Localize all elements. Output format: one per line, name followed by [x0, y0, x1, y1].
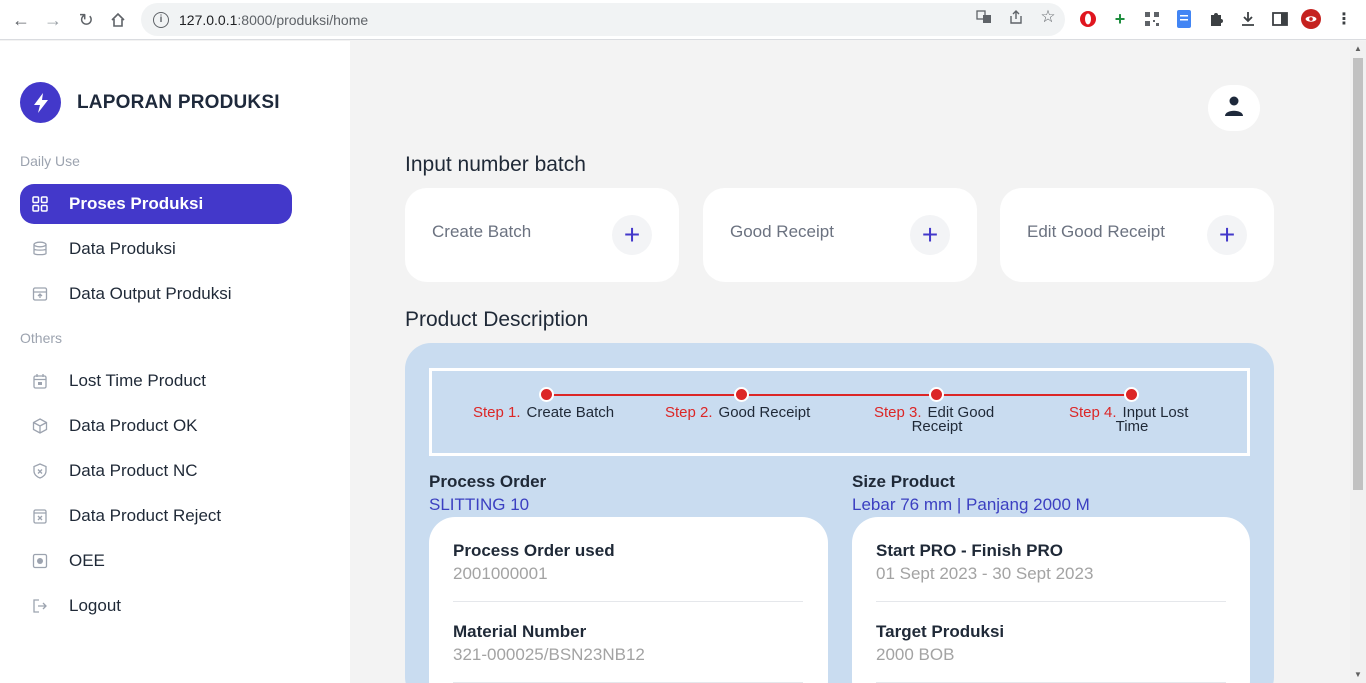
good-receipt-card[interactable]: Good Receipt + [703, 188, 977, 282]
sidebar-item-data-output-produksi[interactable]: Data Output Produksi [20, 274, 292, 314]
plus-icon[interactable]: + [910, 215, 950, 255]
good-receipt-label: Good Receipt [730, 222, 834, 241]
reject-icon [32, 508, 48, 524]
step-1-dot [539, 387, 554, 402]
sidebar-item-label: Data Product Reject [69, 506, 222, 525]
translate-icon[interactable] [975, 8, 993, 26]
url-text: 127.0.0.1:8000/produksi/home [179, 12, 368, 28]
opera-icon[interactable] [1078, 9, 1098, 29]
size-product-title: Size Product [852, 472, 955, 491]
process-order-used-value: 2001000001 [453, 564, 548, 583]
user-icon [1225, 96, 1243, 121]
step-3-dot [929, 387, 944, 402]
step-4-label-line2: Time [1115, 418, 1149, 435]
section-label-daily-use: Daily Use [20, 153, 80, 169]
step-1-label: Step 1. Create Batch [473, 404, 623, 421]
input-batch-title: Input number batch [405, 153, 586, 176]
sidebar-item-label: Proses Produksi [69, 194, 204, 213]
sidebar-item-data-product-ok[interactable]: Data Product OK [20, 406, 292, 446]
material-number-label: Material Number [453, 622, 587, 641]
sidebar-item-label: OEE [69, 551, 105, 570]
address-bar[interactable]: i 127.0.0.1:8000/produksi/home [141, 3, 1065, 36]
sidebar-item-label: Data Product OK [69, 416, 198, 435]
download-icon[interactable] [1238, 9, 1258, 29]
process-order-title: Process Order [429, 472, 547, 491]
reload-icon[interactable]: ↻ [73, 7, 99, 33]
calendar-icon [32, 373, 48, 389]
brand-title: LAPORAN PRODUKSI [77, 92, 280, 113]
sidebar-item-proses-produksi[interactable]: Proses Produksi [20, 184, 292, 224]
bookmark-star-icon[interactable]: ☆ [1039, 7, 1057, 26]
edit-good-receipt-label: Edit Good Receipt [1027, 222, 1165, 241]
grid-icon [32, 196, 48, 212]
divider [876, 601, 1226, 602]
bolt-logo-icon [20, 82, 61, 123]
edit-good-receipt-card[interactable]: Edit Good Receipt + [1000, 188, 1274, 282]
browser-toolbar: ← → ↻ i 127.0.0.1:8000/produksi/home ☆ +… [0, 0, 1366, 40]
start-finish-pro-value: 01 Sept 2023 - 30 Sept 2023 [876, 564, 1094, 583]
sidebar-item-label: Data Product NC [69, 461, 198, 480]
url-path: :8000/produksi/home [237, 11, 369, 28]
box-icon [32, 418, 48, 434]
sidebar-item-data-product-reject[interactable]: Data Product Reject [20, 496, 292, 536]
target-produksi-value: 2000 BOB [876, 645, 955, 664]
site-info-icon[interactable]: i [153, 11, 169, 28]
section-label-others: Others [20, 330, 63, 346]
plus-icon[interactable]: + [1207, 215, 1247, 255]
divider [453, 601, 803, 602]
shield-icon [32, 463, 48, 479]
archive-icon [32, 286, 48, 302]
process-order-value: SLITTING 10 [429, 495, 530, 514]
url-host: 127.0.0.1 [179, 11, 238, 28]
kebab-menu-icon[interactable]: ⋮ [1334, 9, 1354, 29]
docs-extension-icon[interactable] [1174, 9, 1194, 29]
sidebar-item-oee[interactable]: OEE [20, 541, 292, 581]
step-3-label-line2: Receipt [911, 418, 963, 435]
step-number: Step 1. [473, 404, 521, 421]
logout-icon [32, 598, 48, 614]
sidebar-item-lost-time-product[interactable]: Lost Time Product [20, 361, 292, 401]
sidebar-item-data-product-nc[interactable]: Data Product NC [20, 451, 292, 491]
process-order-used-label: Process Order used [453, 541, 615, 560]
product-description-title: Product Description [405, 308, 589, 331]
step-4-dot [1124, 387, 1139, 402]
sidebar-item-data-produksi[interactable]: Data Produksi [20, 229, 292, 269]
side-panel-icon[interactable] [1270, 9, 1290, 29]
step-name: Good Receipt [718, 404, 811, 421]
scrollbar-thumb[interactable] [1353, 58, 1363, 490]
step-number: Step 2. [665, 404, 713, 421]
user-menu-button[interactable] [1208, 85, 1260, 131]
share-icon[interactable] [1007, 8, 1025, 26]
sidebar-item-label: Data Produksi [69, 239, 176, 258]
step-2-label: Step 2. Good Receipt [665, 404, 825, 421]
sidebar-item-label: Logout [69, 596, 121, 615]
back-icon[interactable]: ← [8, 7, 34, 33]
start-finish-pro-label: Start PRO - Finish PRO [876, 541, 1064, 560]
step-name: Create Batch [526, 404, 615, 421]
add-extension-icon[interactable]: + [1110, 9, 1130, 29]
target-produksi-label: Target Produksi [876, 622, 1005, 641]
schedule-info-card: Start PRO - Finish PRO 01 Sept 2023 - 30… [852, 517, 1250, 683]
create-batch-label: Create Batch [432, 222, 532, 241]
sidebar-item-logout[interactable]: Logout [20, 586, 292, 626]
database-icon [32, 241, 48, 257]
forward-icon[interactable]: → [40, 7, 66, 33]
scroll-down-arrow-icon[interactable]: ▼ [1353, 670, 1363, 680]
size-product-value: Lebar 76 mm | Panjang 2000 M [852, 495, 1090, 514]
sidebar-item-label: Lost Time Product [69, 371, 207, 390]
qr-code-icon[interactable] [1142, 9, 1162, 29]
stepper-line [547, 394, 1132, 396]
profile-avatar-icon[interactable] [1301, 9, 1321, 29]
home-icon[interactable] [105, 7, 131, 33]
material-number-value: 321-000025/BSN23NB12 [453, 645, 645, 664]
process-info-card: Process Order used 2001000001 Material N… [429, 517, 828, 683]
scroll-up-arrow-icon[interactable]: ▲ [1353, 44, 1363, 54]
oee-icon [32, 553, 48, 569]
step-number: Step 4. [1069, 404, 1117, 421]
step-2-dot [734, 387, 749, 402]
puzzle-extensions-icon[interactable] [1206, 9, 1226, 29]
plus-icon[interactable]: + [612, 215, 652, 255]
sidebar-item-label: Data Output Produksi [69, 284, 232, 303]
create-batch-card[interactable]: Create Batch + [405, 188, 679, 282]
